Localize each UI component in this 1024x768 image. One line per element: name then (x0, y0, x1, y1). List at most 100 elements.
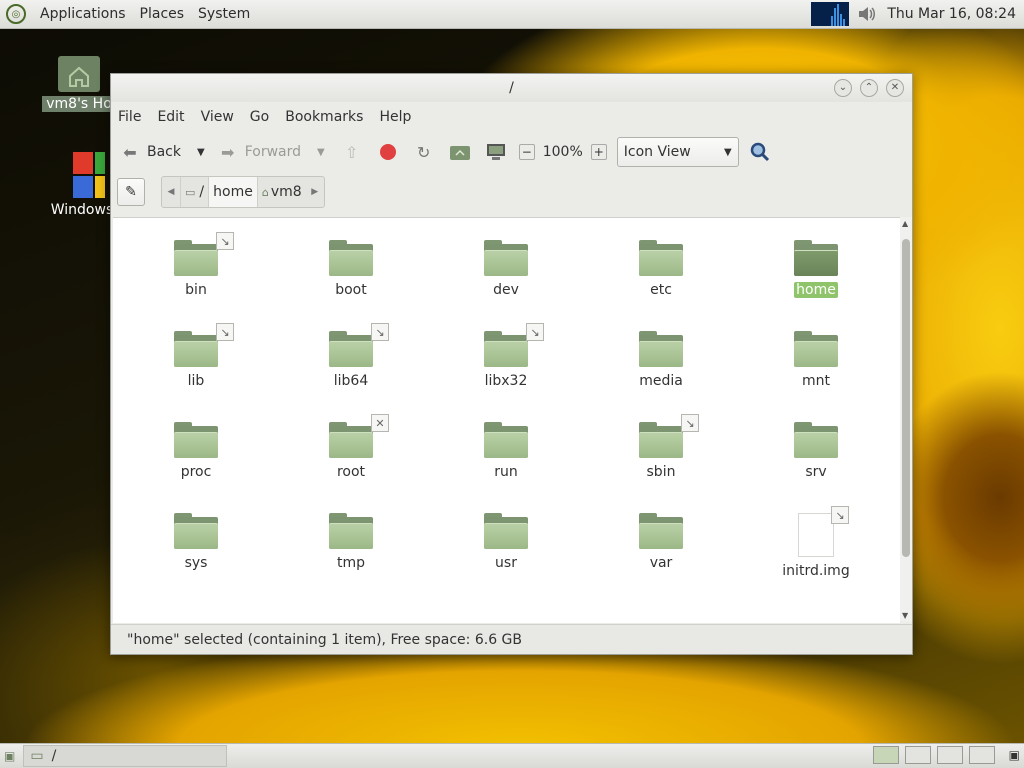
breadcrumb-user-label: vm8 (270, 184, 302, 200)
item-label: root (336, 464, 366, 480)
symlink-emblem-icon: ↘ (681, 414, 699, 432)
workspace-1[interactable] (872, 746, 899, 764)
system-monitor-icon[interactable] (811, 2, 850, 26)
breadcrumb-right-arrow-icon[interactable]: ▶ (306, 177, 324, 207)
folder-item[interactable]: usr (451, 513, 561, 571)
folder-item[interactable]: var (606, 513, 716, 571)
window-controls: ⌄ ⌃ ✕ (834, 79, 904, 97)
top-panel: ◎ Applications Places System Thu Mar 16,… (0, 0, 1024, 29)
zoom-in-icon[interactable]: + (590, 144, 607, 160)
menu-file[interactable]: File (118, 109, 141, 125)
home-folder-icon (58, 56, 100, 92)
workspace-3[interactable] (936, 746, 963, 764)
folder-item[interactable]: ↘ libx32 (451, 323, 561, 389)
scroll-down-icon[interactable]: ▼ (902, 611, 908, 620)
folder-item[interactable]: proc (141, 422, 251, 480)
folder-item[interactable]: sys (141, 513, 251, 571)
edit-location-button[interactable]: ✎ (117, 178, 145, 206)
view-mode-select[interactable]: Icon View ▼ (616, 137, 739, 167)
file-item[interactable]: ↘ initrd.img (761, 506, 871, 579)
reload-icon[interactable]: ↻ (413, 141, 435, 163)
window-title: / (509, 80, 514, 96)
chevron-down-icon: ▼ (724, 146, 732, 158)
workspace-2[interactable] (904, 746, 931, 764)
panel-menu: ◎ Applications Places System (0, 4, 250, 24)
breadcrumb-left-arrow-icon[interactable]: ◀ (162, 177, 180, 207)
menu-go[interactable]: Go (250, 109, 269, 125)
search-icon[interactable] (749, 141, 771, 163)
back-button[interactable]: ⬅ Back ▼ (119, 141, 205, 163)
window-titlebar[interactable]: / ⌄ ⌃ ✕ (111, 74, 912, 102)
maximize-button[interactable]: ⌃ (860, 79, 878, 97)
taskbar-window-button[interactable]: ▭ / (23, 745, 228, 767)
folder-icon (639, 513, 683, 549)
desktop-icon-label: Windows (50, 202, 114, 218)
desktop-icon-windows[interactable]: Windows (50, 152, 114, 218)
applications-menu[interactable]: Applications (40, 6, 126, 22)
folder-item[interactable]: ✕ root (296, 414, 406, 480)
symlink-emblem-icon: ↘ (216, 232, 234, 250)
forward-button[interactable]: ➡ Forward ▼ (217, 141, 325, 163)
breadcrumb-user[interactable]: ⌂ vm8 (256, 177, 306, 207)
system-menu[interactable]: System (198, 6, 250, 22)
folder-icon (174, 513, 218, 549)
folder-item[interactable]: tmp (296, 513, 406, 571)
desktop-icon-home[interactable]: vm8's Ho (42, 52, 116, 112)
menu-edit[interactable]: Edit (157, 109, 184, 125)
stop-icon[interactable] (377, 141, 399, 163)
file-icon-view[interactable]: ↘ bin boot dev etc home ↘ lib ↘ lib64 ↘ libx32 media… (113, 217, 900, 623)
folder-icon (174, 422, 218, 458)
volume-icon[interactable] (857, 5, 877, 23)
folder-icon: ↘ (329, 323, 389, 367)
show-desktop-icon[interactable]: ▣ (4, 749, 15, 763)
folder-item[interactable]: mnt (761, 331, 871, 389)
back-arrow-icon: ⬅ (123, 142, 137, 162)
folder-item[interactable]: media (606, 331, 716, 389)
status-bar: "home" selected (containing 1 item), Fre… (111, 624, 912, 654)
vertical-scrollbar[interactable]: ▲ ▼ (900, 217, 912, 622)
symlink-emblem-icon: ↘ (371, 323, 389, 341)
item-label: usr (495, 555, 517, 571)
item-label: proc (180, 464, 212, 480)
menu-bookmarks[interactable]: Bookmarks (285, 109, 363, 125)
menu-help[interactable]: Help (379, 109, 411, 125)
workspace-4[interactable] (968, 746, 995, 764)
scroll-up-icon[interactable]: ▲ (902, 219, 908, 228)
item-label: home (794, 282, 838, 298)
terminal-icon[interactable]: ▣ (1009, 748, 1020, 762)
breadcrumb-home[interactable]: home (208, 177, 257, 207)
places-menu[interactable]: Places (140, 6, 185, 22)
folder-item[interactable]: run (451, 422, 561, 480)
folder-item[interactable]: ↘ bin (141, 232, 251, 298)
folder-icon: ▭ (30, 748, 44, 764)
zoom-out-icon[interactable]: − (518, 144, 535, 160)
item-label: var (649, 555, 673, 571)
up-arrow-icon[interactable]: ⇧ (341, 141, 363, 163)
folder-icon (794, 331, 838, 367)
back-label: Back (147, 144, 181, 160)
folder-item[interactable]: ↘ sbin (606, 414, 716, 480)
folder-item[interactable]: etc (606, 240, 716, 298)
computer-icon[interactable] (485, 141, 507, 163)
clock[interactable]: Thu Mar 16, 08:24 (887, 6, 1016, 22)
breadcrumb-root[interactable]: ▭ / (180, 177, 208, 207)
windows-logo-icon (73, 152, 105, 198)
forward-label: Forward (244, 144, 302, 160)
menu-view[interactable]: View (201, 109, 234, 125)
folder-item[interactable]: ↘ lib64 (296, 323, 406, 389)
home-icon[interactable] (449, 141, 471, 163)
folder-icon: ↘ (639, 414, 699, 458)
minimize-button[interactable]: ⌄ (834, 79, 852, 97)
folder-item[interactable]: srv (761, 422, 871, 480)
folder-item[interactable]: dev (451, 240, 561, 298)
close-button[interactable]: ✕ (886, 79, 904, 97)
folder-item[interactable]: boot (296, 240, 406, 298)
mint-menu-icon[interactable]: ◎ (6, 4, 26, 24)
folder-item[interactable]: home (761, 240, 871, 298)
back-history-dropdown-icon[interactable]: ▼ (197, 147, 205, 158)
folder-icon: ↘ (174, 232, 234, 276)
folder-item[interactable]: ↘ lib (141, 323, 251, 389)
item-label: sbin (646, 464, 676, 480)
scrollbar-thumb[interactable] (902, 239, 910, 557)
forward-history-dropdown-icon[interactable]: ▼ (317, 147, 325, 158)
